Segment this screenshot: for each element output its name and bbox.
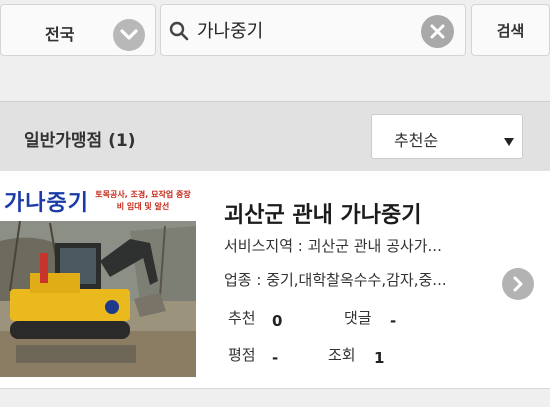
close-icon[interactable] xyxy=(421,15,454,48)
caret-down-icon xyxy=(504,132,514,151)
search-bar: 전국 검색 xyxy=(0,0,550,62)
search-input[interactable] xyxy=(197,13,417,47)
thumbnail-title: 가나중기 xyxy=(4,191,89,216)
list-header: 일반가맹점 (1) 추천순 xyxy=(0,101,550,171)
recommend-label: 추천 xyxy=(228,309,256,327)
rating-value: - xyxy=(272,349,279,367)
rating-label: 평점 xyxy=(228,346,256,364)
sort-selected-label: 추천순 xyxy=(394,131,439,150)
item-thumbnail[interactable]: 가나중기 토목공사, 조경, 묘작업 중장비 임대 및 알선 xyxy=(0,181,196,377)
region-label: 전국 xyxy=(45,25,75,44)
industry: 업종 : 중기,대학찰옥수수,감자,중... xyxy=(224,271,447,289)
service-area: 서비스지역 : 괴산군 관내 공사가... xyxy=(224,237,442,255)
chevron-right-icon[interactable] xyxy=(502,268,534,300)
comment-label: 댓글 xyxy=(344,309,372,327)
section-title: 일반가맹점 (1) xyxy=(24,131,136,151)
sort-select[interactable]: 추천순 xyxy=(371,114,523,159)
views-value: 1 xyxy=(374,349,385,367)
list-item[interactable]: 가나중기 토목공사, 조경, 묘작업 중장비 임대 및 알선 괴산군 관내 가나… xyxy=(0,171,550,389)
views-label: 조회 xyxy=(328,346,356,364)
comment-value: - xyxy=(390,312,397,330)
chevron-down-icon[interactable] xyxy=(113,19,145,51)
search-button[interactable]: 검색 xyxy=(471,4,550,56)
business-name[interactable]: 괴산군 관내 가나중기 xyxy=(224,197,421,229)
search-field[interactable] xyxy=(160,4,466,56)
region-select[interactable]: 전국 xyxy=(0,4,156,56)
search-icon xyxy=(169,21,189,45)
recommend-value: 0 xyxy=(272,312,283,330)
thumbnail-caption: 토목공사, 조경, 묘작업 중장비 임대 및 알선 xyxy=(95,190,191,211)
